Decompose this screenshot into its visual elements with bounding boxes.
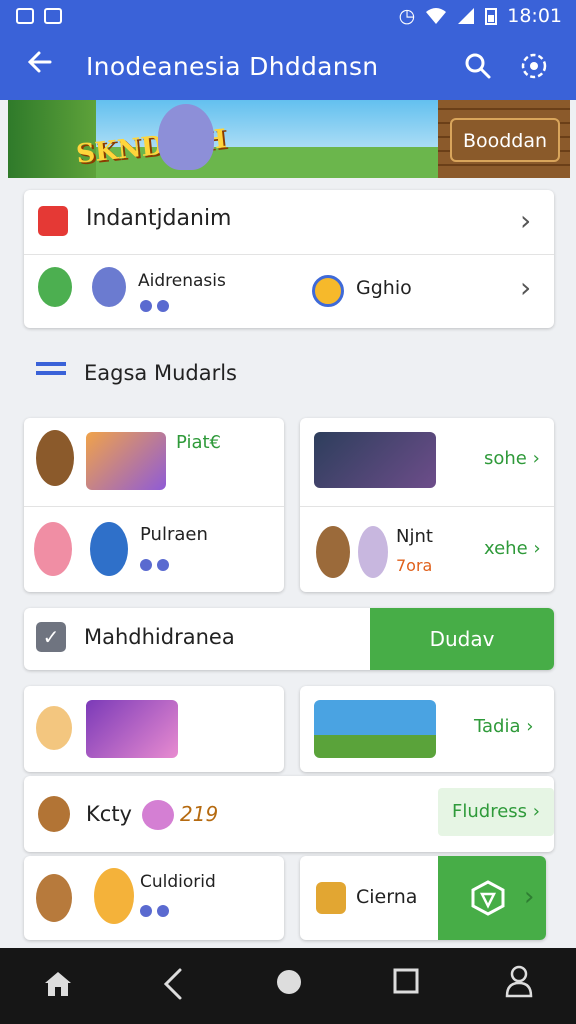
checkbox-icon[interactable]: ✓ [36,622,66,652]
character-avatar [34,522,72,576]
character-avatar [358,526,388,578]
game-card[interactable] [24,686,284,772]
game-card[interactable]: sohe › Njnt 7ora xehe › [300,418,554,592]
card-label: Pulraen [140,524,208,545]
promo-label: Mahdhidranea [84,625,235,649]
chevron-right-icon: › [520,271,532,304]
hexagon-icon [471,880,505,916]
card-link-label: Tadia [474,716,521,737]
fludress-label: Fludress [452,801,528,822]
game-card[interactable]: Culdiorid [24,856,284,940]
gear-icon [521,53,547,79]
treasure-pot-icon [316,882,346,914]
list-item-label: Aidrenasis [138,271,226,291]
home-icon [45,972,71,996]
back-button[interactable] [26,48,54,82]
character-avatar [36,874,72,922]
wifi-icon [426,8,447,24]
arrow-left-icon [27,51,52,73]
character-illustration [158,104,214,170]
search-icon [465,53,491,79]
card-link-label: xehe [484,538,528,559]
character-avatar [94,868,134,924]
card-label: Piat€ [176,432,221,453]
character-avatar [38,267,72,307]
search-button[interactable] [464,52,492,84]
banner-button[interactable]: Booddan [450,118,560,162]
divider [24,506,284,507]
bottom-navigation-bar [0,948,576,1024]
card-link[interactable]: Tadia › [474,716,533,737]
game-thumbnail [86,432,166,490]
notification-icons [16,8,62,24]
kcty-number: 219 [180,802,219,826]
section-title: Eagsa Mudarls [84,361,237,385]
recents-button[interactable] [393,968,419,998]
battery-icon [485,8,498,25]
card-link[interactable]: xehe › [484,538,541,559]
game-card[interactable]: Tadia › [300,686,554,772]
signal-icon [458,8,475,24]
list-item-kcty[interactable]: Kcty 219 Fludress › [24,776,554,852]
character-avatar [36,706,72,750]
card-label: Cierna [356,886,418,908]
status-bar: ◷ 18:01 [0,0,576,34]
home-button[interactable] [42,968,74,1004]
card-link[interactable]: sohe › [484,448,540,469]
game-thumbnail [314,700,436,758]
card-sublabel: 7ora [396,556,433,575]
settings-button[interactable] [518,50,550,86]
chevron-right-icon: › [520,204,532,237]
coin-icon [140,556,170,575]
promo-action-button[interactable]: Dudav [370,608,554,670]
character-avatar [142,800,174,830]
home-circle-icon [277,970,301,994]
nav-home-button[interactable] [276,969,302,999]
promo-banner[interactable]: SKNDESH Booddan [8,100,570,178]
list-item-label: Indantjdanim [86,206,232,231]
game-thumbnail [314,432,436,488]
game-badge-icon [312,275,344,307]
game-thumbnail [86,700,178,758]
list-item-indantjdanim[interactable]: Indantjdanim › [24,190,554,254]
person-icon [505,965,533,998]
list-item-aidrenasis[interactable]: Aidrenasis Gghio › [24,255,554,327]
profile-button[interactable] [504,964,534,1002]
notification-icon [16,8,34,24]
card-label: Njnt [396,526,433,547]
character-avatar [36,430,74,486]
list-item-right-label: Gghio [356,277,412,299]
recents-square-icon [393,968,419,994]
character-avatar [316,526,350,578]
system-indicators: ◷ 18:01 [399,5,562,27]
fludress-button[interactable]: Fludress › [438,788,554,836]
gallery-notification-icon [44,8,62,24]
character-avatar [92,267,126,307]
chevron-right-icon: › [524,882,535,912]
card-link-label: sohe [484,448,527,469]
nav-back-icon [163,968,182,1000]
featured-list-card: Indantjdanim › Aidrenasis Gghio › [24,190,554,328]
treasure-pot-icon [38,796,70,832]
section-icon [36,362,66,375]
game-card[interactable]: Piat€ Pulraen [24,418,284,592]
page-title: Inodeanesia Dhddansn [86,52,379,81]
game-card[interactable]: Cierna › [300,856,546,940]
nav-back-button[interactable] [158,966,188,1006]
coin-icon [140,297,170,316]
coin-icon [140,902,170,921]
clock-time: 18:01 [507,5,562,27]
play-button[interactable]: › [438,856,546,940]
alarm-icon: ◷ [398,5,416,27]
character-avatar [90,522,128,576]
card-label: Culdiorid [140,872,216,892]
divider [300,506,554,507]
app-bar: Inodeanesia Dhddansn [0,34,576,100]
promo-row[interactable]: ✓ Mahdhidranea Dudav [24,608,554,670]
app-logo-icon [38,206,68,236]
kcty-label: Kcty [86,802,132,826]
